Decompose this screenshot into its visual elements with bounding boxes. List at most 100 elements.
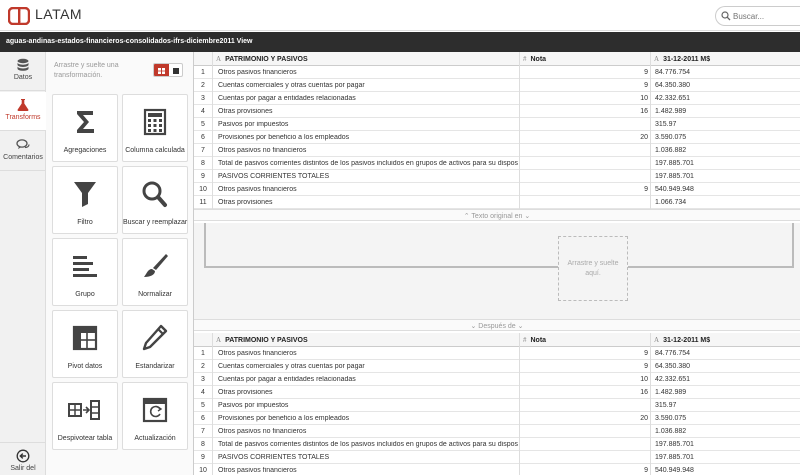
tile-pivot-datos[interactable]: Pivot datos xyxy=(52,310,118,378)
column-header-patrimonio[interactable]: A PATRIMONIO Y PASIVOS xyxy=(212,333,524,347)
nav-item-label: Transforms xyxy=(5,114,41,121)
table-row[interactable]: 1 Otros pasivos financieros 9 84.776.754 xyxy=(194,347,800,360)
tile-estandarizar[interactable]: Estandarizar xyxy=(122,310,188,378)
column-header-fecha[interactable]: A 31-12-2011 M$ xyxy=(650,333,800,347)
table-row[interactable]: 3 Cuentas por pagar a entidades relaciona… xyxy=(194,92,800,105)
tile-grupo[interactable]: Grupo xyxy=(52,238,118,306)
cell-patrimonio: Cuentas comerciales y otras cuentas por … xyxy=(218,82,365,89)
table-row[interactable]: 7 Otros pasivos no financieros 1.036.882 xyxy=(194,144,800,157)
row-index: 6 xyxy=(201,134,205,141)
tile-agregaciones[interactable]: Agregaciones xyxy=(52,94,118,162)
table-row[interactable]: 9 PASIVOS CORRIENTES TOTALES 197.885.701 xyxy=(194,451,800,464)
list-view-button[interactable] xyxy=(169,64,183,76)
search-box[interactable] xyxy=(715,6,800,26)
row-index: 7 xyxy=(201,428,205,435)
cell-nota: 10 xyxy=(640,376,648,383)
search-input[interactable] xyxy=(733,9,797,24)
cell-patrimonio: Otros pasivos financieros xyxy=(218,350,297,357)
row-index: 5 xyxy=(201,402,205,409)
cell-patrimonio: Otros pasivos financieros xyxy=(218,467,297,474)
comments-icon xyxy=(16,139,30,149)
cell-valor: 1.482.989 xyxy=(655,108,687,115)
table-row[interactable]: 4 Otras provisiones 16 1.482.989 xyxy=(194,386,800,399)
cell-patrimonio: Otras provisiones xyxy=(218,108,273,115)
cell-valor: 3.590.075 xyxy=(655,134,687,141)
cell-valor: 1.036.882 xyxy=(655,147,687,154)
column-divider xyxy=(212,52,213,209)
table-row[interactable]: 2 Cuentas comerciales y otras cuentas por… xyxy=(194,360,800,373)
refresh-window-icon xyxy=(142,397,168,423)
cell-patrimonio: Provisiones por beneficio a los empleado… xyxy=(218,415,350,422)
nav-item-transforms[interactable]: Transforms xyxy=(0,92,46,131)
table-row[interactable]: 8 Total de pasivos corrientes distintos d… xyxy=(194,438,800,451)
column-header-patrimonio[interactable]: A PATRIMONIO Y PASIVOS xyxy=(212,52,524,66)
result-grid: A PATRIMONIO Y PASIVOS # Nota A 31-12-2011 … xyxy=(194,333,800,475)
nav-item-comentarios[interactable]: Comentarios xyxy=(0,132,46,171)
tile-filtro[interactable]: Filtro xyxy=(52,166,118,234)
original-section-toggle[interactable]: ⌃ Texto original en ⌄ xyxy=(194,209,800,221)
table-row[interactable]: 3 Cuentas por pagar a entidades relaciona… xyxy=(194,373,800,386)
row-index: 9 xyxy=(201,454,205,461)
nav-item-datos[interactable]: Datos xyxy=(0,52,46,91)
cell-nota: 9 xyxy=(644,467,648,474)
table-row[interactable]: 9 PASIVOS CORRIENTES TOTALES 197.885.701 xyxy=(194,170,800,183)
row-index: 4 xyxy=(201,389,205,396)
cell-patrimonio: Otras provisiones xyxy=(218,199,273,206)
column-header-nota[interactable]: # Nota xyxy=(519,52,650,66)
row-index: 9 xyxy=(201,173,205,180)
table-row[interactable]: 11 Otras provisiones 1.066.734 xyxy=(194,196,800,209)
unpivot-icon xyxy=(68,400,100,420)
cell-patrimonio: Otros pasivos financieros xyxy=(218,69,297,76)
row-index: 10 xyxy=(199,467,207,474)
table-row[interactable]: 7 Otros pasivos no financieros 1.036.882 xyxy=(194,425,800,438)
pencil-icon xyxy=(142,324,168,351)
after-section-toggle[interactable]: ⌄ Después de ⌄ xyxy=(194,319,800,331)
row-index: 5 xyxy=(201,121,205,128)
drop-target[interactable]: Arrastre y suelte aquí. xyxy=(558,236,628,301)
grid-view-icon xyxy=(158,68,165,74)
cell-patrimonio: Total de pasivos corrientes distintos de… xyxy=(218,160,518,167)
cell-patrimonio: Pasivos por impuestos xyxy=(218,121,289,128)
table-row[interactable]: 8 Total de pasivos corrientes distintos d… xyxy=(194,157,800,170)
table-row[interactable]: 10 Otros pasivos financieros 9 540.949.948 xyxy=(194,464,800,475)
brush-icon xyxy=(144,254,168,277)
grid-header: A PATRIMONIO Y PASIVOS # Nota A 31-12-2011 … xyxy=(194,52,800,66)
table-row[interactable]: 6 Provisiones por beneficio a los emplead… xyxy=(194,412,800,425)
grid-view-button[interactable] xyxy=(154,64,169,76)
list-view-icon xyxy=(173,68,179,74)
nav-item-label: Salir del xyxy=(10,465,36,472)
cell-patrimonio: Otros pasivos no financieros xyxy=(218,147,307,154)
nav-item-exit[interactable]: Salir del xyxy=(0,442,46,475)
cell-patrimonio: Otros pasivos no financieros xyxy=(218,428,307,435)
data-preview: A PATRIMONIO Y PASIVOS # Nota A 31-12-2011 … xyxy=(194,52,800,475)
tile-despivotear-tabla[interactable]: Despivotear tabla xyxy=(52,382,118,450)
table-row[interactable]: 5 Pasivos por impuestos 315.97 xyxy=(194,399,800,412)
cell-valor: 540.949.948 xyxy=(655,186,694,193)
table-row[interactable]: 1 Otros pasivos financieros 9 84.776.754 xyxy=(194,66,800,79)
cell-patrimonio: Total de pasivos corrientes distintos de… xyxy=(218,441,518,448)
column-divider xyxy=(650,333,651,475)
tile-actualizacion[interactable]: Actualización xyxy=(122,382,188,450)
column-header-nota[interactable]: # Nota xyxy=(519,333,650,347)
cell-patrimonio: Cuentas por pagar a entidades relacionad… xyxy=(218,376,356,383)
tile-columna-calculada[interactable]: Columna calculada xyxy=(122,94,188,162)
cell-valor: 197.885.701 xyxy=(655,160,694,167)
table-row[interactable]: 6 Provisiones por beneficio a los emplead… xyxy=(194,131,800,144)
column-divider xyxy=(519,52,520,209)
column-divider xyxy=(212,333,213,475)
nav-item-label: Comentarios xyxy=(3,154,43,161)
database-icon xyxy=(17,58,29,71)
column-header-fecha[interactable]: A 31-12-2011 M$ xyxy=(650,52,800,66)
table-row[interactable]: 2 Cuentas comerciales y otras cuentas por… xyxy=(194,79,800,92)
cell-valor: 3.590.075 xyxy=(655,415,687,422)
cell-valor: 197.885.701 xyxy=(655,454,694,461)
tile-buscar-reemplazar[interactable]: Buscar y reemplazar xyxy=(122,166,188,234)
table-row[interactable]: 4 Otras provisiones 16 1.482.989 xyxy=(194,105,800,118)
column-divider xyxy=(650,52,651,209)
tile-normalizar[interactable]: Normalizar xyxy=(122,238,188,306)
cell-nota: 16 xyxy=(640,108,648,115)
transforms-panel: Arrastre y suelte una transformación. Ag… xyxy=(46,52,194,475)
table-row[interactable]: 10 Otros pasivos financieros 9 540.949.948 xyxy=(194,183,800,196)
table-row[interactable]: 5 Pasivos por impuestos 315.97 xyxy=(194,118,800,131)
brand-name: LATAM xyxy=(35,6,83,22)
